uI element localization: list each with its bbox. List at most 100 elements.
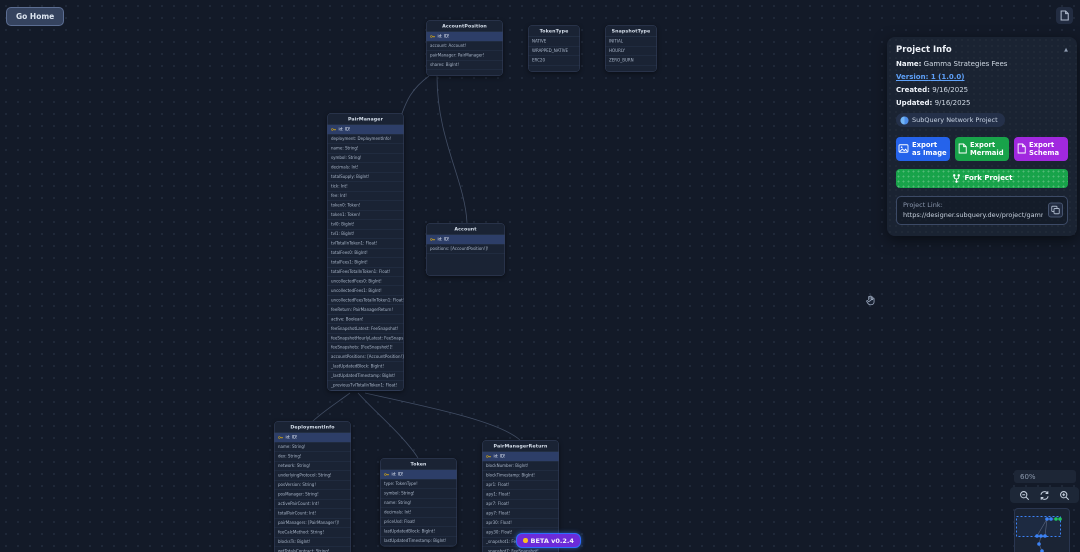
field-row: apr1: Float!: [483, 480, 559, 489]
entity-title: Account: [427, 224, 505, 236]
field-row: totalFees0: BigInt!: [328, 248, 404, 257]
entity-title: SnapshotType: [606, 26, 657, 38]
panel-title: Project Info: [896, 45, 952, 55]
project-link-label: Project Link:: [903, 201, 1043, 209]
beta-version-label: BETA v0.2.4: [531, 537, 574, 545]
zoom-toolbar: [1010, 487, 1079, 503]
field-row: decimals: Int!: [328, 163, 404, 172]
entity-title: TokenType: [529, 26, 580, 38]
key-field-row: id: ID!: [328, 125, 404, 134]
entity-tokentype[interactable]: TokenTypeNATIVEWRAPPED_NATIVEERC20: [528, 25, 580, 72]
edge: [313, 393, 350, 421]
fork-icon: [952, 173, 961, 184]
key-icon: [430, 237, 436, 241]
field-row: symbol: String!: [381, 489, 457, 498]
field-row: blockNumber: BigInt!: [483, 461, 559, 470]
schema-doc-button[interactable]: [1056, 7, 1073, 24]
key-field-row: id: ID!: [427, 235, 505, 244]
field-row: totalFees1: BigInt!: [328, 258, 404, 267]
key-field-text: id: ID!: [392, 472, 404, 477]
field-row: totalSupply: BigInt!: [328, 172, 404, 181]
field-row: uncollectedFees1: BigInt!: [328, 286, 404, 295]
export-image-button[interactable]: Export as Image: [896, 137, 950, 161]
zoom-out-icon: [1019, 490, 1030, 501]
copy-link-button[interactable]: [1048, 203, 1063, 218]
version-link[interactable]: Version: 1 (1.0.0): [896, 73, 964, 81]
name-value: Gamma Strategies Fees: [924, 60, 1008, 68]
field-row: dex: String!: [275, 452, 351, 461]
field-row: priceUsd: Float!: [381, 517, 457, 526]
field-row: uncollectedFeesTotalInToken1: Float!: [328, 296, 404, 305]
field-row: _lastUpdatedTimestamp: BigInt!: [328, 372, 404, 381]
created-label: Created:: [896, 86, 930, 94]
project-link-box: Project Link: https://designer.subquery.…: [896, 196, 1068, 225]
document-icon: [1060, 10, 1069, 21]
entity-title: Token: [381, 459, 457, 471]
entity-deploymentinfo[interactable]: DeploymentInfoid: ID!name: String!dex: S…: [274, 421, 351, 552]
field-row: tick: Int!: [328, 182, 404, 191]
field-row: tvlTotalInToken1: Float!: [328, 239, 404, 248]
field-row: network: String!: [275, 461, 351, 470]
field-row: HOURLY: [606, 46, 657, 55]
zoom-in-icon: [1059, 490, 1070, 501]
field-row: shares: BigInt!: [427, 60, 503, 69]
project-updated-line: Updated: 9/16/2025: [896, 99, 1068, 107]
updated-value: 9/16/2025: [935, 99, 971, 107]
key-field-row: id: ID!: [427, 32, 503, 41]
field-row: pairManager: PairManager!: [427, 51, 503, 60]
field-row: apr30: Float!: [483, 518, 559, 527]
project-link-value: https://designer.subquery.dev/project/ga…: [903, 211, 1043, 219]
edge: [437, 76, 467, 223]
field-row: apy7: Float!: [483, 509, 559, 518]
entity-pairmanager[interactable]: PairManagerid: ID!deployment: Deployment…: [327, 113, 404, 391]
entity-account[interactable]: Accountid: ID! positions: [AccountPositio…: [426, 223, 505, 276]
entity-accountposition[interactable]: AccountPositionid: ID!account: Account!p…: [426, 20, 503, 76]
go-home-button[interactable]: Go Home: [6, 7, 64, 26]
beta-dot-icon: [523, 538, 528, 543]
field-row: feeSnapshots: [FeeSnapshot!]!: [328, 343, 404, 352]
field-row: activePairCount: Int!: [275, 499, 351, 508]
field-row: account: Account!: [427, 41, 503, 50]
field-row: _lastUpdatedBlock: BigInt!: [328, 362, 404, 371]
field-row: decimals: Int!: [381, 508, 457, 517]
field-row: symbol: String!: [328, 153, 404, 162]
field-row: apy1: Float!: [483, 490, 559, 499]
key-icon: [278, 435, 284, 439]
key-field-text: id: ID!: [438, 237, 450, 242]
zoom-out-button[interactable]: [1019, 490, 1030, 501]
entity-title: PairManagerReturn: [483, 441, 559, 453]
project-name-line: Name: Gamma Strategies Fees: [896, 60, 1068, 68]
diagram-canvas[interactable]: AccountPositionid: ID!account: Account!p…: [0, 0, 1080, 552]
fork-project-label: Fork Project: [965, 174, 1013, 182]
key-field-text: id: ID!: [438, 34, 450, 39]
export-mermaid-button[interactable]: Export Mermaid: [955, 137, 1009, 161]
field-row: pairManagers: [PairManager!]!: [275, 518, 351, 527]
field-row: NATIVE: [529, 37, 580, 46]
collapse-panel-icon[interactable]: ▲: [1064, 47, 1068, 53]
field-row: ERC20: [529, 56, 580, 65]
field-row: positions: [AccountPosition!]!: [427, 244, 505, 253]
field-row: posVersion: String!: [275, 480, 351, 489]
entity-title: DeploymentInfo: [275, 422, 351, 434]
project-info-panel: Project Info ▲ Name: Gamma Strategies Fe…: [887, 37, 1077, 236]
field-row: name: String!: [328, 144, 404, 153]
field-row: fee: Int!: [328, 191, 404, 200]
entity-snapshottype[interactable]: SnapshotTypeINITIALHOURLYZERO_BURN: [605, 25, 657, 72]
zoom-in-button[interactable]: [1059, 490, 1070, 501]
fork-project-button[interactable]: Fork Project: [896, 169, 1068, 188]
field-row: deployment: DeploymentInfo!: [328, 134, 404, 143]
field-row: feeSnapshotHourlyLatest: FeeSnapshot!: [328, 334, 404, 343]
field-row: uncollectedFees0: BigInt!: [328, 277, 404, 286]
schema-doc-icon: [1017, 143, 1026, 154]
name-label: Name:: [896, 60, 921, 68]
field-row: name: String!: [275, 442, 351, 451]
minimap[interactable]: [1014, 508, 1070, 552]
field-row: tvl0: BigInt!: [328, 220, 404, 229]
field-row: tvl1: BigInt!: [328, 229, 404, 238]
field-row: active: Boolean!: [328, 315, 404, 324]
beta-version-badge: BETA v0.2.4: [516, 533, 581, 548]
grab-hand-cursor: [864, 294, 877, 307]
reset-view-button[interactable]: [1039, 490, 1050, 501]
export-schema-button[interactable]: Export Schema: [1014, 137, 1068, 161]
entity-token[interactable]: Tokenid: ID!type: TokenType!symbol: Stri…: [380, 458, 457, 546]
